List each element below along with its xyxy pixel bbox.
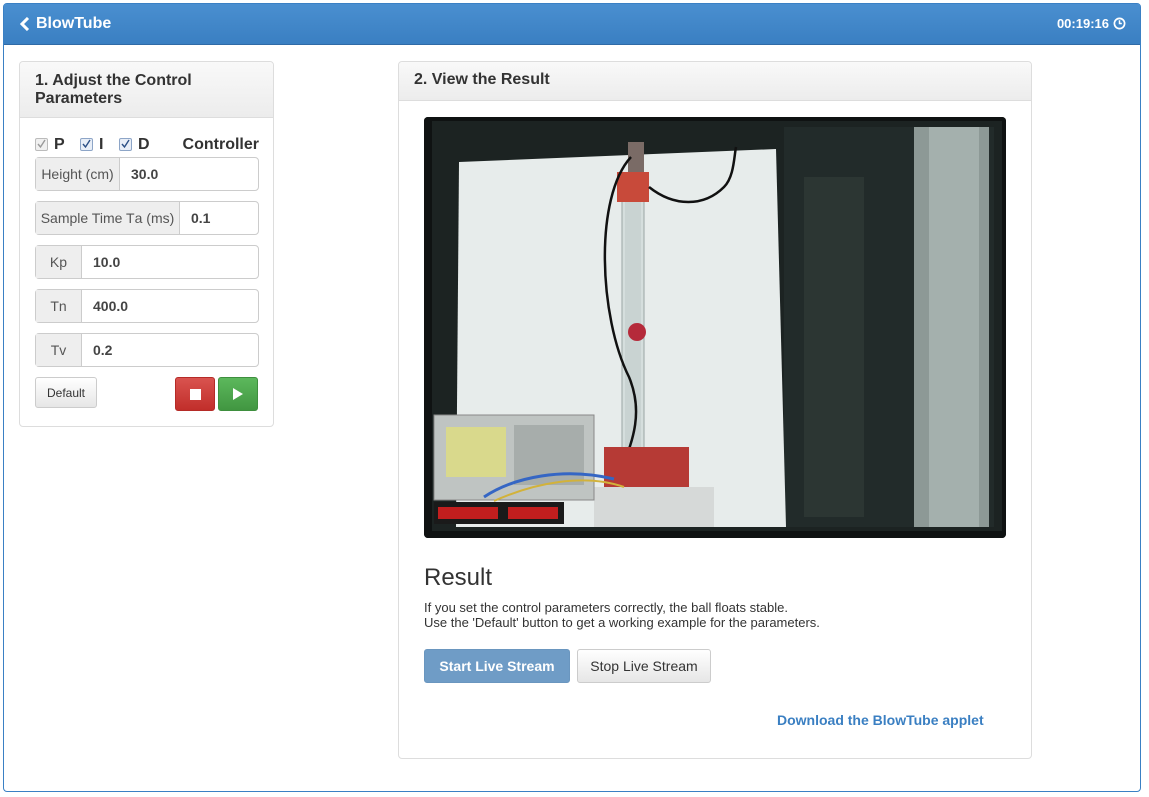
result-line-1: If you set the control parameters correc… [424,600,788,615]
tv-label-text: T [50,342,60,358]
back-button[interactable]: BlowTube [20,15,111,33]
panel-title: 1. Adjust the Control Parameters [20,62,273,118]
result-line-2: Use the 'Default' button to get a workin… [424,615,820,630]
sample-time-unit: (ms) [142,210,175,226]
sample-time-subscript: a [134,210,143,226]
sample-time-input-group: Sample Time Ta (ms) [35,201,259,235]
stop-live-stream-button[interactable]: Stop Live Stream [577,649,711,683]
sample-time-label-text: Sample Time T [40,210,135,226]
top-bar: BlowTube 00:19:16 [4,4,1140,45]
tn-label: Tn [36,290,82,322]
play-button[interactable] [218,377,258,411]
height-input-group: Height (cm) [35,157,259,191]
tv-subscript: v [59,342,67,358]
control-parameters-panel: 1. Adjust the Control Parameters P I D C… [19,61,274,427]
d-checkbox[interactable] [119,138,132,151]
p-checkbox[interactable] [35,138,48,151]
kp-input-group: Kp [35,245,259,279]
panel-title: 2. View the Result [399,62,1031,101]
kp-label: Kp [36,246,82,278]
i-checkbox[interactable] [80,138,93,151]
tn-input-group: Tn [35,289,259,323]
kp-subscript: p [59,254,68,270]
kp-label-text: K [49,254,60,270]
start-live-stream-button[interactable]: Start Live Stream [424,649,570,683]
stop-icon [189,388,201,400]
chevron-left-icon [20,17,30,31]
tv-input[interactable] [82,334,258,366]
app-title: BlowTube [36,15,112,32]
tn-label-text: T [50,298,59,314]
tv-input-group: Tv [35,333,259,367]
tv-label: Tv [36,334,82,366]
result-panel: 2. View the Result Result If you set the… [398,61,1032,759]
tn-subscript: n [58,298,67,314]
clock-icon [1113,17,1126,30]
camera-feed-image [424,117,1006,538]
i-label: I [99,136,104,153]
play-icon [233,388,243,400]
pid-selector: P I D Controller [35,136,259,156]
tn-input[interactable] [82,290,258,322]
d-label: D [138,136,150,153]
check-icon [121,139,130,149]
stop-button[interactable] [175,377,215,411]
kp-input[interactable] [82,246,258,278]
download-applet-link[interactable]: Download the BlowTube applet [777,712,984,728]
height-input[interactable] [120,158,258,190]
controller-label: Controller [182,136,259,153]
sample-time-label: Sample Time Ta (ms) [36,202,180,234]
result-description: If you set the control parameters correc… [424,600,820,630]
check-icon [82,139,91,149]
check-icon [37,139,46,149]
default-button[interactable]: Default [35,377,97,408]
height-label: Height (cm) [36,158,120,190]
sample-time-input[interactable] [180,202,258,234]
session-timer: 00:19:16 [1057,16,1126,31]
result-heading: Result [424,564,493,591]
p-label: P [54,136,65,153]
camera-scene [424,117,1006,538]
app-frame: BlowTube 00:19:16 1. Adjust the Control … [3,3,1141,792]
timer-value: 00:19:16 [1056,16,1109,31]
